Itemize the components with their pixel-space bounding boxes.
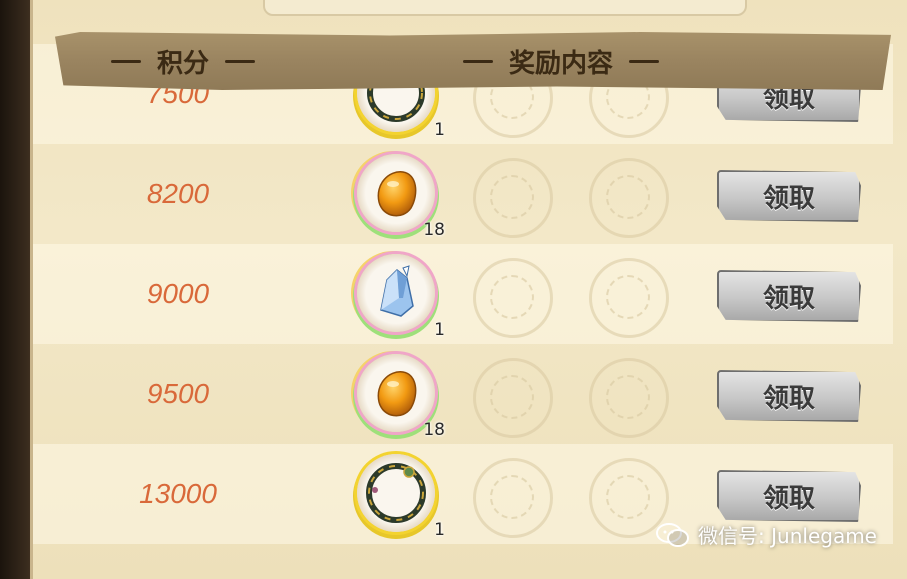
reward-item[interactable]: 1	[357, 454, 445, 540]
empty-reward-slot	[473, 258, 553, 338]
item-count: 18	[423, 220, 445, 240]
empty-reward-slot	[473, 358, 553, 438]
reward-row: 9000 1 领取	[33, 244, 893, 344]
reward-item[interactable]: 1	[357, 254, 445, 340]
item-count: 18	[423, 420, 445, 440]
table-header: 积分 奖励内容	[55, 32, 891, 90]
reward-column-header: 奖励内容	[463, 32, 660, 90]
top-decoration	[263, 0, 747, 16]
claim-button[interactable]: 领取	[717, 170, 861, 222]
empty-reward-slot	[473, 158, 553, 238]
score-value: 9500	[146, 378, 210, 409]
item-count: 1	[434, 120, 445, 140]
score-column-header: 积分	[111, 32, 256, 90]
watermark-text: 微信号: Junlegame	[698, 524, 877, 548]
empty-reward-slot	[589, 358, 669, 438]
claim-button[interactable]: 领取	[717, 370, 861, 422]
score-value: 13000	[139, 478, 217, 509]
crystal-icon	[380, 265, 414, 317]
item-count: 1	[434, 520, 445, 540]
score-value: 8200	[146, 178, 210, 209]
empty-reward-slot	[589, 158, 669, 238]
claim-button[interactable]: 领取	[717, 270, 861, 322]
reward-item[interactable]: 18	[357, 354, 445, 440]
ring-icon	[366, 463, 426, 523]
header-dash-decoration	[111, 59, 141, 63]
header-dash-decoration	[629, 59, 660, 63]
empty-reward-slot	[473, 458, 553, 538]
item-count: 1	[434, 320, 445, 340]
claim-button[interactable]: 领取	[717, 470, 861, 522]
header-dash-decoration	[225, 59, 256, 63]
empty-reward-slot	[589, 258, 669, 338]
score-header-label: 积分	[157, 48, 210, 79]
score-value: 9000	[146, 278, 210, 309]
reward-header-label: 奖励内容	[509, 48, 614, 79]
reward-item[interactable]: 18	[357, 154, 445, 240]
watermark: 微信号: Junlegame	[656, 520, 877, 549]
reward-row: 9500 18 领取	[33, 344, 893, 444]
wechat-icon	[656, 522, 690, 547]
reward-row: 8200 18 领取	[33, 144, 893, 244]
header-dash-decoration	[463, 59, 493, 63]
reward-list-panel: 7500 1 领取 8200 18 领取 9000 1 领取 9500 18 领…	[30, 0, 907, 579]
